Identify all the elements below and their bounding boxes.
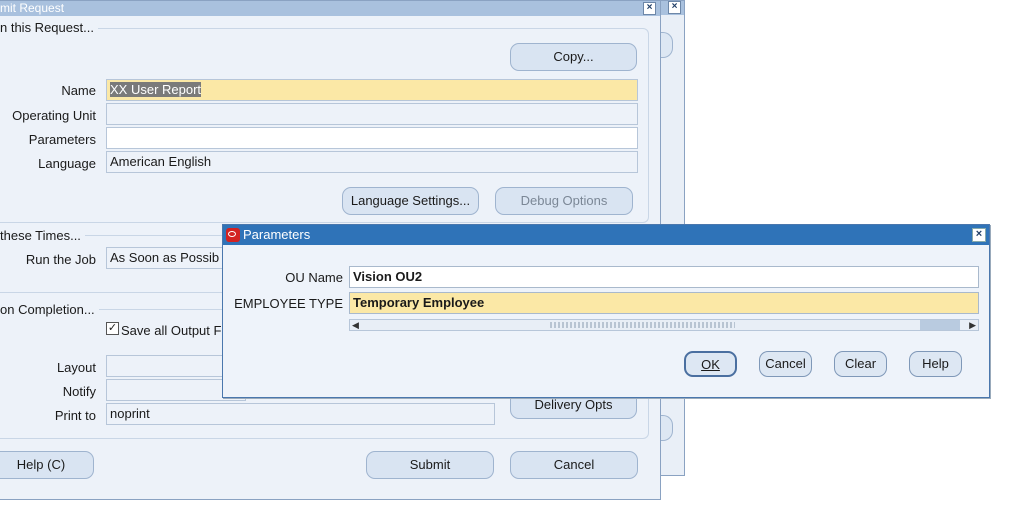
employee-type-field[interactable]: Temporary Employee [349, 292, 979, 314]
background-button-edge [660, 32, 673, 58]
scroll-left-icon[interactable]: ◀ [352, 320, 359, 330]
language-field[interactable]: American English [106, 151, 638, 173]
language-label: Language [38, 156, 96, 171]
save-output-label: Save all Output F [121, 323, 222, 338]
name-field[interactable]: XX User Report [106, 79, 638, 101]
help-button[interactable]: Help (C) [0, 451, 94, 479]
dialog-help-button[interactable]: Help [909, 351, 962, 377]
dialog-close-icon[interactable]: × [972, 228, 986, 242]
ou-name-field[interactable]: Vision OU2 [349, 266, 979, 288]
scroll-right-icon[interactable]: ▶ [969, 320, 976, 330]
completion-section-label: on Completion... [0, 302, 99, 317]
request-section-label: n this Request... [0, 20, 98, 35]
ou-name-label: OU Name [285, 270, 343, 285]
background-close-icon[interactable]: × [668, 1, 681, 14]
parameters-field[interactable] [106, 127, 638, 149]
parameters-dialog: Parameters × OU Name Vision OU2 EMPLOYEE… [222, 224, 990, 398]
background-button-edge [660, 415, 673, 441]
save-output-checkbox[interactable]: ✓ [106, 322, 119, 335]
submit-button[interactable]: Submit [366, 451, 494, 479]
ok-button[interactable]: OK [684, 351, 737, 377]
layout-label: Layout [56, 360, 96, 375]
employee-type-label: EMPLOYEE TYPE [234, 296, 343, 311]
scroll-thumb[interactable] [920, 320, 960, 330]
run-job-label: Run the Job [25, 252, 96, 267]
debug-options-button[interactable]: Debug Options [495, 187, 633, 215]
language-settings-button[interactable]: Language Settings... [342, 187, 479, 215]
operating-unit-field[interactable] [106, 103, 638, 125]
window-title: mit Request [0, 1, 65, 15]
print-to-label: Print to [54, 408, 96, 423]
window-titlebar: mit Request [0, 1, 660, 16]
ok-label: OK [701, 357, 720, 372]
times-section-label: these Times... [0, 228, 85, 243]
notify-label: Notify [62, 384, 96, 399]
dialog-title: Parameters [243, 227, 311, 242]
print-to-field[interactable]: noprint [106, 403, 495, 425]
copy-button[interactable]: Copy... [510, 43, 637, 71]
horizontal-scrollbar[interactable]: ◀ ▶ [349, 319, 979, 331]
dialog-titlebar: Parameters [223, 225, 989, 245]
name-label: Name [61, 83, 96, 98]
close-icon[interactable]: × [643, 2, 656, 15]
dialog-cancel-button[interactable]: Cancel [759, 351, 812, 377]
name-value: XX User Report [110, 82, 202, 97]
clear-button[interactable]: Clear [834, 351, 887, 377]
oracle-ring-icon [228, 231, 236, 237]
cancel-button[interactable]: Cancel [510, 451, 638, 479]
operating-unit-label: Operating Unit [12, 108, 96, 123]
scroll-grip [550, 322, 735, 328]
parameters-label: Parameters [28, 132, 96, 147]
